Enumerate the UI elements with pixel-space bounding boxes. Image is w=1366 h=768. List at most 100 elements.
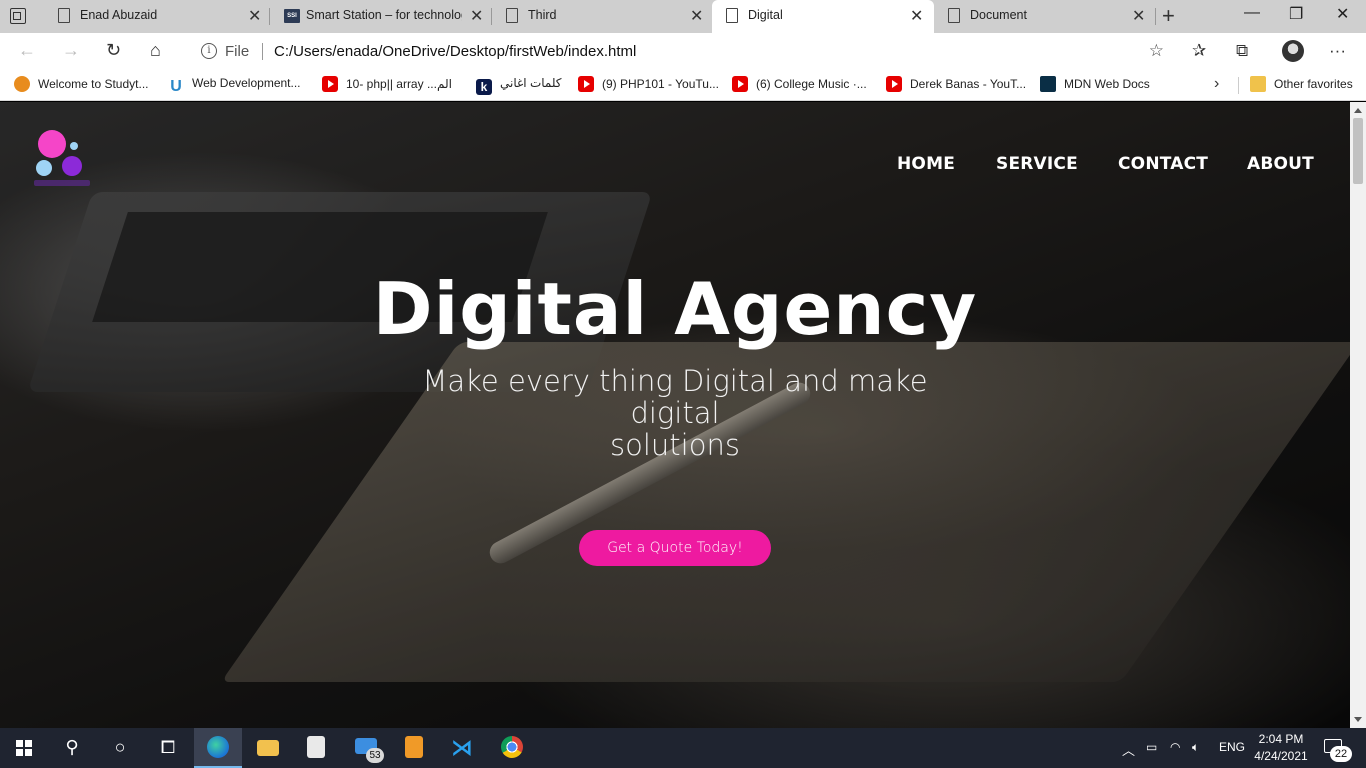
favorite-web-development[interactable]: U Web Development... <box>168 76 300 95</box>
other-favorites-label: Other favorites <box>1274 77 1353 91</box>
favorites-icon[interactable]: ✰ <box>1192 41 1206 61</box>
cortana-button[interactable]: ○ <box>96 728 144 768</box>
close-tab-icon[interactable]: ✕ <box>1132 6 1145 26</box>
task-view-icon: ⧠ <box>160 737 176 757</box>
close-tab-icon[interactable]: ✕ <box>910 6 923 26</box>
nav-service[interactable]: SERVICE <box>996 154 1078 174</box>
favorite-label: Derek Banas - YouT... <box>910 77 1027 91</box>
scroll-down-icon[interactable] <box>1354 717 1362 722</box>
tab-smart-station[interactable]: SSI Smart Station – for technolog ✕ <box>270 0 492 33</box>
nav-home[interactable]: HOME <box>897 154 955 174</box>
k-icon: k <box>476 79 492 95</box>
hero-subtitle: Make every thing Digital and make digita… <box>375 365 975 461</box>
favorite-label: كلمات اغاني <box>500 76 562 90</box>
address-url[interactable]: C:/Users/enada/OneDrive/Desktop/firstWeb… <box>274 43 636 60</box>
taskbar-mail[interactable]: 53 <box>342 728 390 768</box>
profile-avatar[interactable] <box>1282 40 1304 62</box>
favorite-college-music[interactable]: (6) College Music ·... <box>732 76 867 92</box>
taskbar-store[interactable] <box>292 728 340 768</box>
favorite-mdn[interactable]: MDN Web Docs <box>1040 76 1150 92</box>
vscode-icon: ⋊ <box>451 735 473 760</box>
taskbar-chrome[interactable] <box>488 728 536 768</box>
address-scheme: File <box>225 43 250 60</box>
refresh-icon[interactable]: ↻ <box>106 40 121 61</box>
taskbar-sublime[interactable] <box>390 728 438 768</box>
favorite-label: MDN Web Docs <box>1064 77 1150 91</box>
youtube-icon <box>732 76 748 92</box>
favorite-studytonight[interactable]: Welcome to Studyt... <box>14 76 149 92</box>
start-button[interactable] <box>0 728 48 768</box>
favorite-label: Welcome to Studyt... <box>38 77 149 91</box>
more-menu-icon[interactable]: ··· <box>1329 41 1346 61</box>
smart-station-icon: SSI <box>284 9 300 23</box>
tab-strip: Enad Abuzaid ✕ SSI Smart Station – for t… <box>0 0 1366 33</box>
tab-third[interactable]: Third ✕ <box>492 0 712 33</box>
collections-icon[interactable]: ⧉ <box>1236 41 1248 61</box>
folder-icon <box>257 740 279 756</box>
tab-document[interactable]: Document ✕ <box>934 0 1156 33</box>
mdn-icon <box>1040 76 1056 92</box>
logo-circle <box>70 142 78 150</box>
home-icon[interactable]: ⌂ <box>150 40 161 61</box>
taskbar-edge[interactable] <box>194 728 242 768</box>
tab-enad-abuzaid[interactable]: Enad Abuzaid ✕ <box>44 0 270 33</box>
maximize-icon[interactable]: ❐ <box>1289 4 1303 24</box>
minimize-icon[interactable]: — <box>1244 4 1260 22</box>
clock[interactable]: 2:04 PM 4/24/2021 <box>1248 731 1314 765</box>
language-indicator[interactable]: ENG <box>1219 740 1245 754</box>
close-tab-icon[interactable]: ✕ <box>470 6 483 26</box>
logo-wordmark <box>34 180 90 186</box>
favorites-bar: Welcome to Studyt... U Web Development...… <box>0 70 1366 101</box>
new-tab-button[interactable]: + <box>1162 3 1175 29</box>
info-icon[interactable]: i <box>201 43 217 59</box>
chevron-right-icon[interactable]: › <box>1214 75 1219 93</box>
taskbar-file-explorer[interactable] <box>244 728 292 768</box>
page-icon <box>506 8 518 23</box>
windows-logo-icon <box>16 740 32 756</box>
favorite-php-array[interactable]: 10- php|| array ...الم <box>322 76 452 92</box>
chevron-up-icon[interactable]: ︿ <box>1122 740 1135 759</box>
scrollbar-thumb[interactable] <box>1353 118 1363 184</box>
scroll-up-icon[interactable] <box>1354 108 1362 113</box>
address-bar[interactable]: i File C:/Users/enada/OneDrive/Desktop/f… <box>189 36 1174 67</box>
tab-title: Document <box>970 8 1027 22</box>
forward-arrow-icon[interactable]: → <box>62 40 80 61</box>
wifi-icon[interactable]: ◠ <box>1170 740 1180 754</box>
nav-contact[interactable]: CONTACT <box>1118 154 1208 174</box>
other-favorites[interactable]: Other favorites <box>1250 76 1353 92</box>
search-button[interactable]: ⚲ <box>48 728 96 768</box>
tab-title: Digital <box>748 8 783 22</box>
edge-icon <box>207 736 229 758</box>
page-icon <box>948 8 960 23</box>
battery-icon[interactable]: ▭ <box>1146 740 1157 754</box>
page-scrollbar[interactable] <box>1350 102 1366 728</box>
site-logo[interactable] <box>32 128 92 198</box>
back-arrow-icon[interactable]: ← <box>18 40 36 61</box>
favorite-derek-banas[interactable]: Derek Banas - YouT... <box>886 76 1026 92</box>
udemy-icon: U <box>170 78 182 95</box>
task-view-button[interactable]: ⧠ <box>144 728 192 768</box>
screen: Enad Abuzaid ✕ SSI Smart Station – for t… <box>0 0 1366 768</box>
address-toolbar: ← → ↻ ⌂ i File C:/Users/enada/OneDrive/D… <box>0 33 1366 70</box>
close-window-icon[interactable]: ✕ <box>1336 4 1349 24</box>
tab-title: Enad Abuzaid <box>80 8 158 22</box>
notifications-badge: 22 <box>1330 746 1352 762</box>
tab-separator <box>1155 8 1156 25</box>
mail-badge: 53 <box>366 748 384 763</box>
tab-actions-icon[interactable] <box>10 8 26 24</box>
close-tab-icon[interactable]: ✕ <box>690 6 703 26</box>
favorite-lyrics[interactable]: k كلمات اغاني <box>476 76 562 95</box>
nav-about[interactable]: ABOUT <box>1247 154 1314 174</box>
page-viewport: HOME SERVICE CONTACT ABOUT Digital Agenc… <box>0 102 1366 728</box>
hero-subtitle-line: solutions <box>610 428 740 462</box>
get-quote-button[interactable]: Get a Quote Today! <box>579 530 771 566</box>
volume-icon[interactable]: 🔈︎ <box>1192 740 1199 755</box>
add-favorite-icon[interactable]: ☆ <box>1149 41 1164 61</box>
close-tab-icon[interactable]: ✕ <box>248 6 261 26</box>
store-icon <box>307 736 325 758</box>
favorite-php101[interactable]: (9) PHP101 - YouTu... <box>578 76 719 92</box>
tab-title: Smart Station – for technolog <box>306 8 462 22</box>
tab-digital[interactable]: Digital ✕ <box>712 0 934 33</box>
clock-date: 4/24/2021 <box>1254 749 1308 763</box>
taskbar-vscode[interactable]: ⋊ <box>438 728 486 768</box>
